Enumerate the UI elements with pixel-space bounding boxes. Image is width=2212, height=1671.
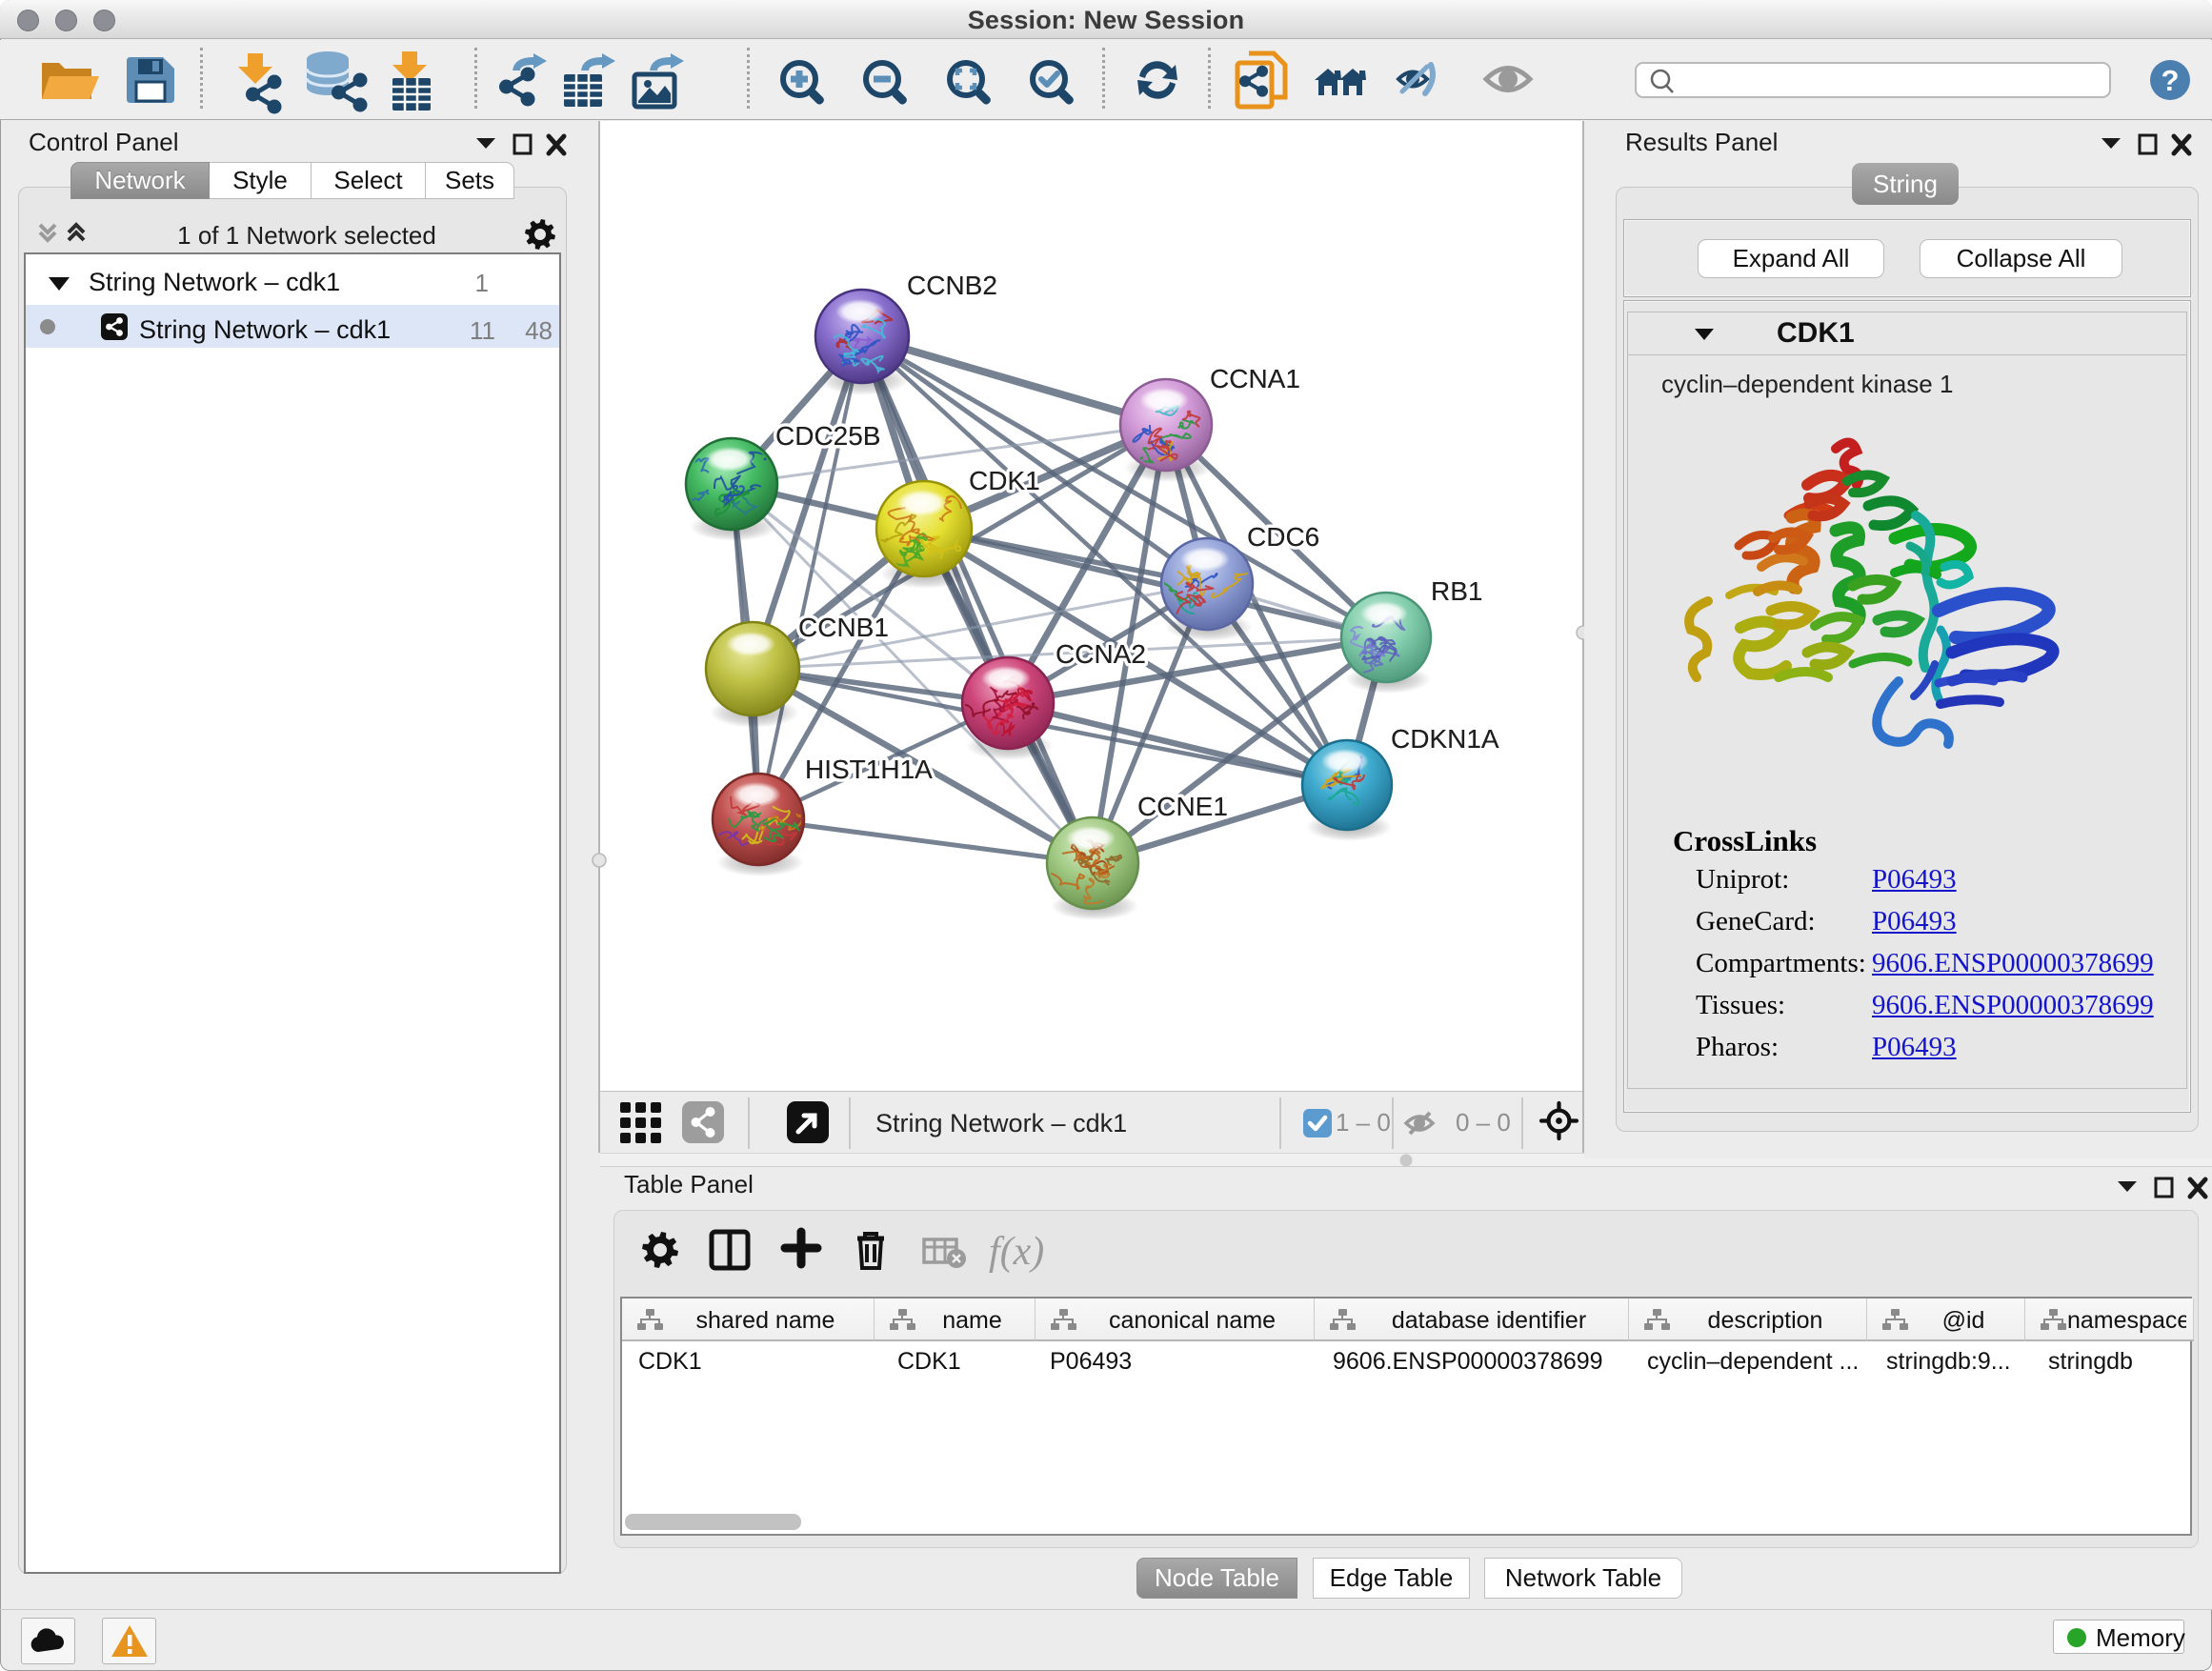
svg-text:String Network – cdk1: String Network – cdk1 bbox=[875, 1109, 1127, 1137]
svg-text:HIST1H1A: HIST1H1A bbox=[805, 755, 933, 784]
svg-text:CCNB2: CCNB2 bbox=[907, 271, 997, 300]
svg-text:CCNB1: CCNB1 bbox=[798, 613, 889, 642]
svg-text:CDC6: CDC6 bbox=[1247, 522, 1319, 552]
svg-text:String: String bbox=[1873, 170, 1938, 198]
svg-text:?: ? bbox=[2162, 64, 2180, 97]
svg-text:f(x): f(x) bbox=[989, 1230, 1044, 1274]
svg-text:1 – 0: 1 – 0 bbox=[1336, 1108, 1391, 1137]
svg-text:CDK1: CDK1 bbox=[969, 466, 1040, 495]
svg-text:CDKN1A: CDKN1A bbox=[1391, 724, 1499, 754]
svg-text:CCNA2: CCNA2 bbox=[1056, 639, 1146, 669]
svg-text:CDC25B: CDC25B bbox=[775, 421, 880, 451]
svg-text:0 – 0: 0 – 0 bbox=[1456, 1108, 1511, 1137]
svg-text:CCNE1: CCNE1 bbox=[1137, 792, 1228, 821]
svg-text:RB1: RB1 bbox=[1431, 576, 1482, 606]
svg-text:CCNA1: CCNA1 bbox=[1210, 364, 1300, 393]
